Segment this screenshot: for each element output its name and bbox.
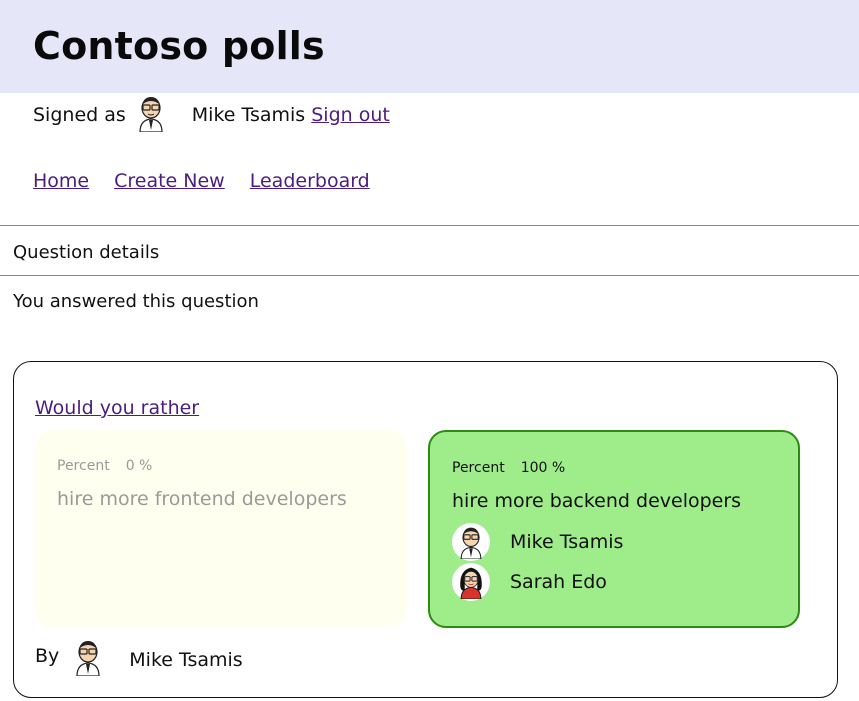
by-label: By	[35, 644, 60, 667]
nav-leaderboard-link[interactable]: Leaderboard	[250, 170, 370, 192]
nav-home-link[interactable]: Home	[33, 170, 89, 192]
option-a-text: hire more frontend developers	[57, 488, 347, 510]
answered-status: You answered this question	[13, 291, 259, 312]
voter-avatar-icon	[452, 523, 490, 561]
option-a-percent: Percent 0 %	[57, 458, 385, 474]
divider	[0, 275, 859, 276]
sign-out-link[interactable]: Sign out	[311, 104, 390, 126]
question-link[interactable]: Would you rather	[35, 397, 199, 419]
section-title: Question details	[13, 242, 160, 263]
percent-label: Percent	[452, 460, 505, 476]
option-b-text: hire more backend developers	[452, 490, 742, 512]
signed-as-label: Signed as	[33, 104, 126, 126]
author-avatar-icon	[73, 638, 103, 681]
voter-name: Sarah Edo	[510, 571, 607, 593]
option-a-card: Percent 0 % hire more frontend developer…	[35, 430, 407, 628]
user-avatar-icon	[136, 94, 166, 137]
percent-value: 0 %	[125, 458, 153, 474]
author-line: By Mike Tsamis	[35, 638, 243, 681]
main-nav: Home Create New Leaderboard	[33, 170, 370, 192]
option-b-percent: Percent 100 %	[452, 460, 776, 476]
author-name: Mike Tsamis	[129, 648, 243, 671]
signed-in-bar: Signed as Mike Tsamis Sign out	[33, 96, 390, 134]
voter-list: Mike Tsamis Sarah Edo	[452, 522, 776, 602]
app-header: Contoso polls	[0, 0, 859, 93]
nav-create-new-link[interactable]: Create New	[114, 170, 225, 192]
voter-item: Mike Tsamis	[452, 522, 776, 562]
app-title: Contoso polls	[33, 24, 325, 68]
divider	[0, 225, 859, 226]
user-name: Mike Tsamis	[191, 104, 306, 126]
voter-item: Sarah Edo	[452, 562, 776, 602]
percent-value: 100 %	[520, 460, 566, 476]
option-b-card: Percent 100 % hire more backend develope…	[428, 430, 800, 628]
question-card: Would you rather Percent 0 % hire more f…	[13, 361, 838, 698]
percent-label: Percent	[57, 458, 110, 474]
voter-name: Mike Tsamis	[510, 531, 624, 553]
voter-avatar-icon	[452, 563, 490, 601]
